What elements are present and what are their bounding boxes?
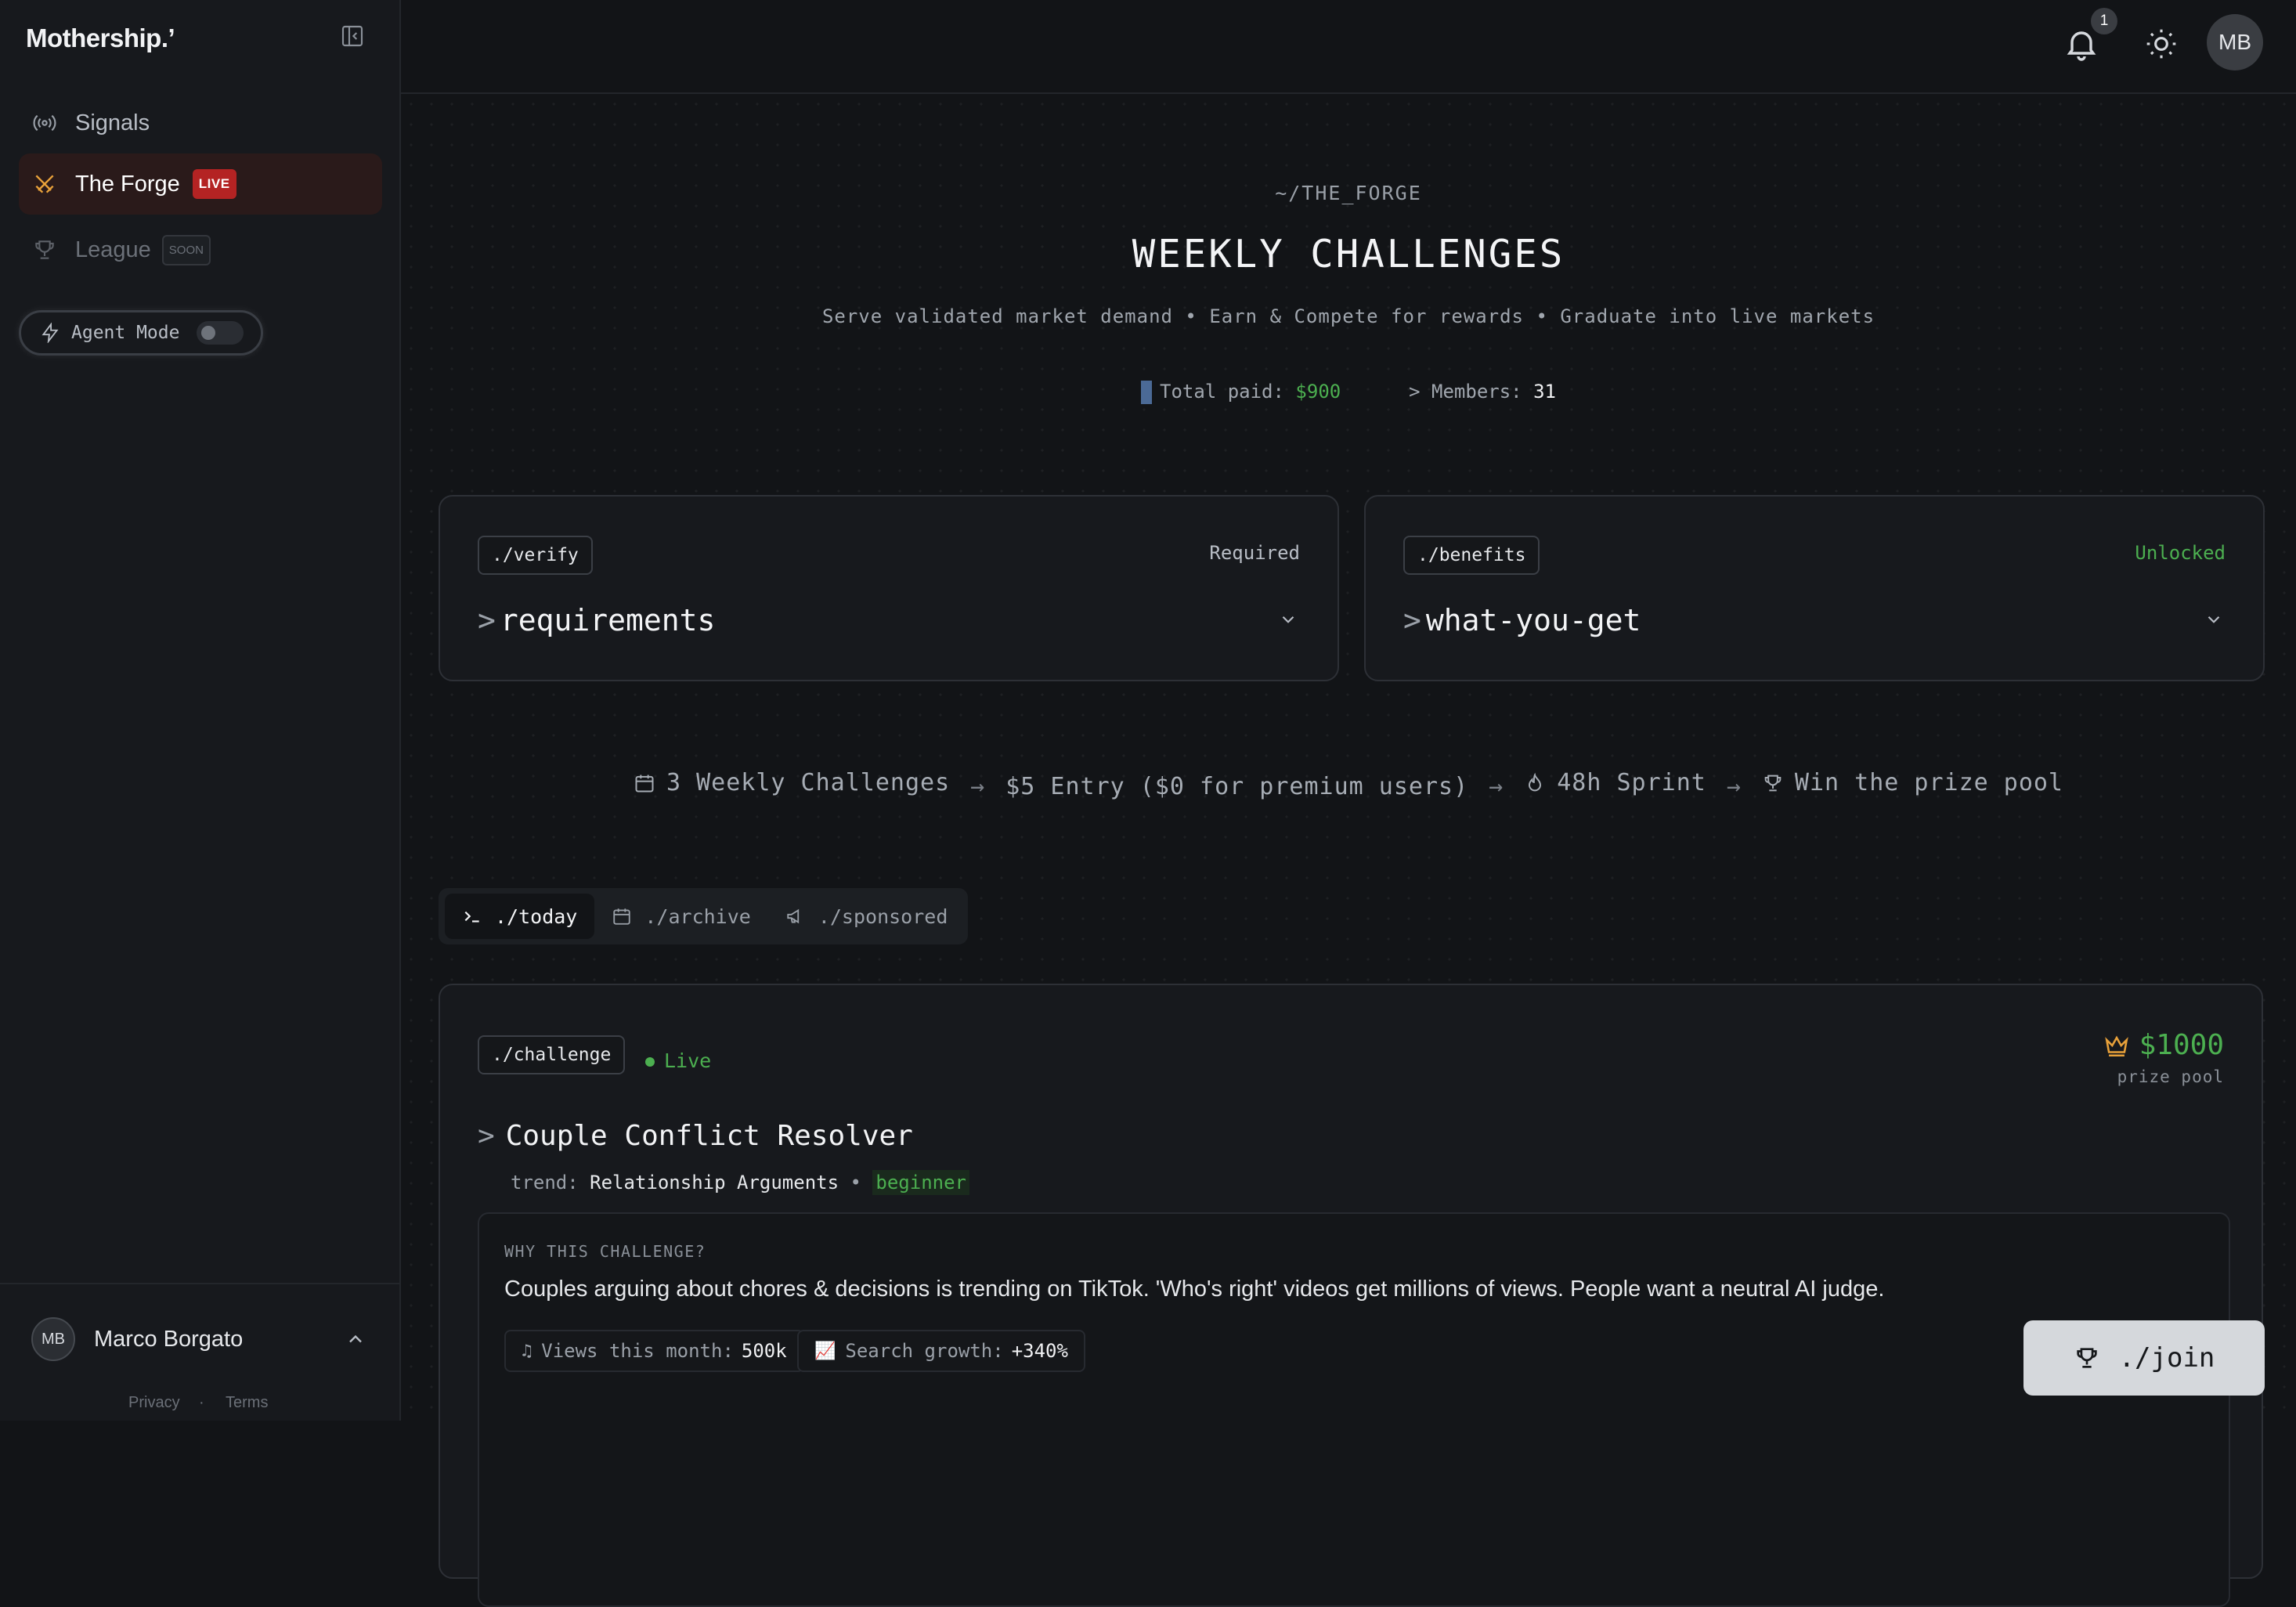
why-this-challenge: WHY THIS CHALLENGE? Couples arguing abou… <box>478 1212 2230 1607</box>
main-content: ~/THE_FORGE WEEKLY CHALLENGES Serve vali… <box>401 94 2296 1607</box>
page-path: ~/THE_FORGE <box>1275 182 1422 204</box>
megaphone-icon <box>787 908 799 924</box>
verify-card[interactable]: ./verify Required > requirements <box>439 495 1339 681</box>
views-metric: ♫ Views this month: 500k <box>504 1330 804 1372</box>
benefits-title: > what-you-get <box>1403 603 1641 637</box>
calendar-icon <box>635 775 654 792</box>
challenge-card[interactable]: ./challenge Live $1000 prize pool > Coupl… <box>439 984 2263 1607</box>
trophy-icon <box>1764 775 1782 791</box>
verify-status: Required <box>1209 542 1300 564</box>
why-label: WHY THIS CHALLENGE? <box>504 1242 706 1261</box>
challenge-tag: ./challenge <box>478 1035 626 1074</box>
sidebar-item-signals[interactable]: Signals <box>19 92 382 153</box>
why-text: Couples arguing about chores & decisions… <box>504 1277 1885 1302</box>
agent-mode-toggle[interactable]: Agent Mode <box>19 310 263 356</box>
flame-icon <box>1529 772 1542 791</box>
broadcast-icon <box>31 110 58 136</box>
crown-icon <box>2104 1035 2128 1056</box>
chevron-down-icon[interactable] <box>2204 609 2224 630</box>
live-badge: LIVE <box>192 169 236 199</box>
members-value: 31 <box>1533 381 1556 403</box>
page-title: WEEKLY CHALLENGES <box>1132 232 1565 276</box>
benefits-card[interactable]: ./benefits Unlocked > what-you-get <box>1364 495 2265 681</box>
notification-count-badge: 1 <box>2091 8 2117 34</box>
live-status: Live <box>645 1049 711 1072</box>
calendar-icon <box>613 908 631 925</box>
agent-mode-switch[interactable] <box>197 321 244 345</box>
challenge-flow: 3 Weekly Challenges → $5 Entry ($0 for p… <box>401 769 2296 800</box>
app-logo[interactable]: Mothership.’ <box>26 23 175 53</box>
verify-title: > requirements <box>478 603 716 637</box>
flow-arrow: → <box>1489 772 1504 800</box>
sidebar-footer: MB Marco Borgato Privacy · Terms <box>0 1283 399 1411</box>
sidebar: Mothership.’ Signals The Forge LIVE Leag… <box>0 0 401 1421</box>
prize-label: prize pool <box>2117 1067 2224 1086</box>
sidebar-item-the-forge[interactable]: The Forge LIVE <box>19 153 382 215</box>
crossed-swords-icon <box>31 171 58 197</box>
chevron-up-icon[interactable] <box>345 1328 366 1350</box>
sidebar-item-label: Signals <box>75 110 150 135</box>
soon-badge: SOON <box>161 234 211 265</box>
tab-sponsored[interactable]: ./sponsored <box>768 894 966 939</box>
benefits-status: Unlocked <box>2135 542 2226 564</box>
trophy-icon <box>31 237 58 263</box>
top-bar <box>401 0 2296 94</box>
sun-icon[interactable] <box>2144 27 2179 61</box>
total-paid-label: Total paid: <box>1160 381 1284 403</box>
sidebar-item-label: The Forge <box>75 171 180 197</box>
user-name[interactable]: Marco Borgato <box>94 1327 243 1352</box>
terms-link[interactable]: Terms <box>226 1394 268 1412</box>
collapse-sidebar-icon[interactable] <box>340 23 365 49</box>
sidebar-item-league[interactable]: League SOON <box>19 219 382 280</box>
lightning-icon <box>42 323 59 343</box>
flow-step-prize: Win the prize pool <box>1762 769 2063 796</box>
legal-separator: · <box>199 1394 204 1411</box>
chart-up-icon: 📈 <box>814 1341 836 1361</box>
privacy-link[interactable]: Privacy <box>128 1394 180 1412</box>
join-button[interactable]: ./join <box>2023 1320 2265 1396</box>
search-growth-metric: 📈 Search growth: +340% <box>797 1330 1085 1372</box>
benefits-tag: ./benefits <box>1403 536 1540 575</box>
flow-arrow: → <box>1726 772 1742 800</box>
prize-amount: $1000 <box>2103 1029 2224 1061</box>
stats-row: Total paid: $900 > Members: 31 <box>401 381 2296 404</box>
challenge-trend: trend: Relationship Arguments • beginner <box>511 1170 969 1195</box>
members-label: > Members: <box>1409 381 1522 403</box>
trophy-icon <box>2076 1348 2097 1368</box>
flow-arrow: → <box>970 772 986 800</box>
tab-archive[interactable]: ./archive <box>594 894 767 939</box>
challenge-title: > Couple Conflict Resolver <box>478 1120 913 1152</box>
total-paid-value: $900 <box>1295 381 1341 403</box>
music-note-icon: ♫ <box>522 1341 532 1361</box>
agent-mode-label: Agent Mode <box>71 323 180 343</box>
verify-tag: ./verify <box>478 536 593 575</box>
user-avatar[interactable]: MB <box>31 1317 75 1361</box>
chevron-down-icon[interactable] <box>1278 609 1298 630</box>
page-subtitle: Serve validated market demand • Earn & C… <box>821 305 1875 327</box>
challenge-tabs: ./today ./archive ./sponsored <box>439 888 968 944</box>
flow-step-entry: $5 Entry ($0 for premium users) <box>1005 772 1469 800</box>
sidebar-item-label: League <box>75 237 151 262</box>
terminal-icon <box>464 911 479 923</box>
tab-today[interactable]: ./today <box>445 894 595 939</box>
flow-step-sprint: 48h Sprint <box>1524 769 1706 796</box>
prize-pool: $1000 prize pool <box>2103 1029 2224 1086</box>
difficulty-badge: beginner <box>872 1170 969 1195</box>
flow-step-challenges: 3 Weekly Challenges <box>634 769 950 796</box>
profile-avatar[interactable]: MB <box>2207 14 2263 70</box>
terminal-cursor <box>1141 381 1153 404</box>
